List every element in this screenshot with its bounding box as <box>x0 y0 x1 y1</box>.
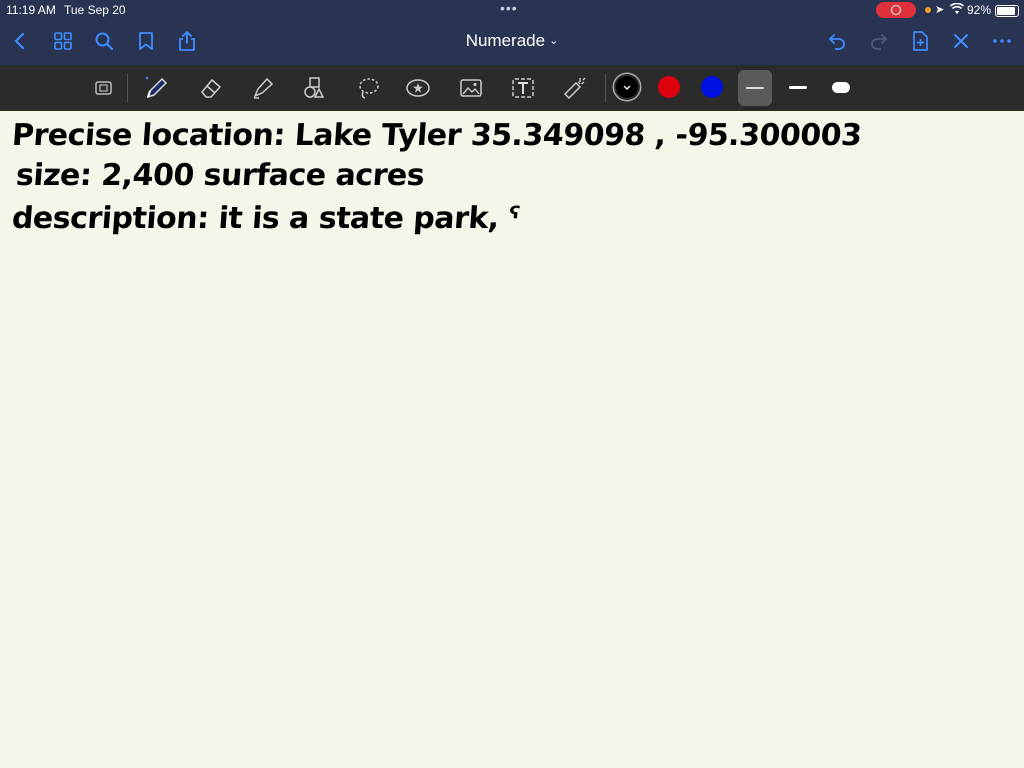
eraser-tool-icon[interactable] <box>195 72 227 104</box>
status-date: Tue Sep 20 <box>64 3 126 17</box>
stroke-width-thin-icon <box>746 87 764 89</box>
drawing-toolbar <box>0 65 1024 112</box>
location-icon: ➤ <box>935 4 945 16</box>
wifi-icon <box>950 3 964 14</box>
image-tool-icon[interactable] <box>455 72 487 104</box>
chevron-down-icon: ⌄ <box>549 35 559 47</box>
screen-recording-icon[interactable] <box>876 2 916 18</box>
multitasking-dots-icon[interactable]: ••• <box>500 0 518 16</box>
add-page-icon[interactable] <box>908 29 932 53</box>
battery-fill <box>997 7 1016 15</box>
status-bar: 11:19 AM Tue Sep 20 ••• ➤ 92% <box>0 0 1024 20</box>
chevron-down-icon <box>623 85 631 90</box>
read-only-mode-icon[interactable] <box>88 72 120 104</box>
redo-icon[interactable] <box>867 29 891 53</box>
laser-pointer-icon[interactable] <box>559 72 591 104</box>
highlighter-tool-icon[interactable] <box>247 72 279 104</box>
shapes-tool-icon[interactable] <box>298 72 330 104</box>
nav-bar: Numerade ⌄ <box>0 20 1024 65</box>
color-swatch-red[interactable] <box>658 76 680 98</box>
handwriting-line: Precise location: Lake Tyler 35.349098 ,… <box>10 118 863 153</box>
toolbar-divider <box>127 74 128 102</box>
lasso-tool-icon[interactable] <box>352 72 384 104</box>
battery-icon <box>995 5 1019 17</box>
stroke-width-thick-icon[interactable] <box>832 82 850 93</box>
text-tool-icon[interactable] <box>507 72 539 104</box>
pen-tool-icon[interactable] <box>141 72 173 104</box>
color-swatch-blue[interactable] <box>701 76 723 98</box>
color-swatch-black[interactable] <box>616 76 638 98</box>
status-time: 11:19 AM <box>6 3 56 17</box>
handwriting-line: description: it is a state park, ˁ <box>10 201 520 236</box>
close-icon[interactable] <box>949 29 973 53</box>
more-icon[interactable] <box>990 29 1014 53</box>
toolbar-divider <box>605 74 606 102</box>
document-title-text: Numerade <box>465 31 546 50</box>
mic-indicator-icon <box>925 7 931 13</box>
battery-percent: 92% <box>967 3 992 17</box>
stroke-width-medium-icon[interactable] <box>789 86 807 89</box>
handwriting-line: size: 2,400 surface acres <box>14 158 426 193</box>
undo-icon[interactable] <box>825 29 849 53</box>
elements-sticker-icon[interactable] <box>402 72 434 104</box>
